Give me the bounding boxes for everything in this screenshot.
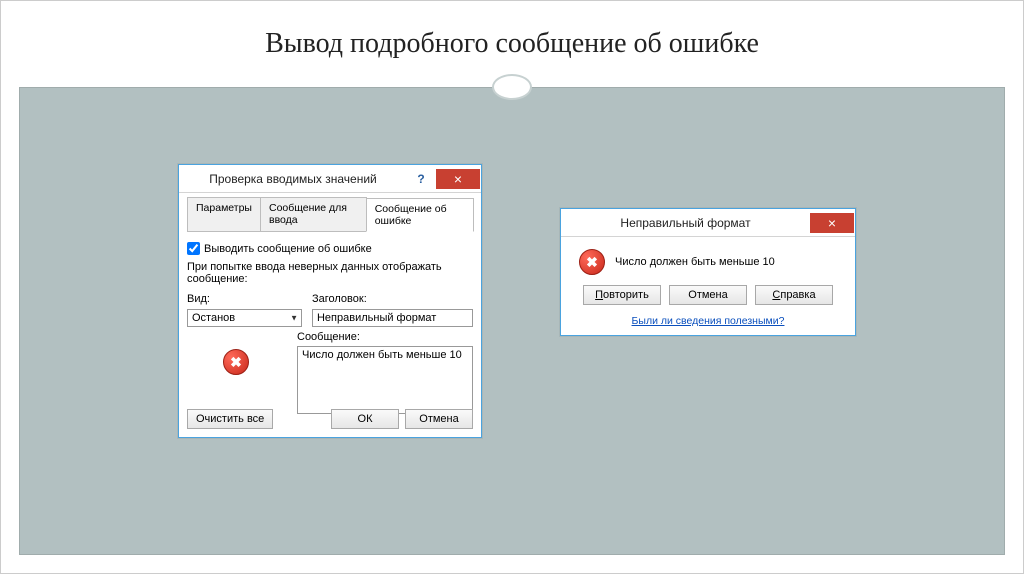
help-label-rest: правка [780,289,815,301]
header-label: Заголовок: [312,293,473,305]
tab-error-alert[interactable]: Сообщение об ошибке [366,198,474,232]
error-message-text: Число должен быть меньше 10 [615,256,775,268]
retry-label-rest: овторить [603,289,649,301]
clear-all-button[interactable]: Очистить все [187,409,273,429]
decor-ring [492,74,532,100]
dialog-body: Параметры Сообщение для ввода Сообщение … [179,193,481,425]
slide-body: Проверка вводимых значений ? × Параметры… [19,87,1005,555]
header-input[interactable] [312,309,473,327]
tab-strip: Параметры Сообщение для ввода Сообщение … [187,197,473,232]
show-error-checkbox[interactable] [187,242,200,255]
dialog-titlebar: Проверка вводимых значений ? × [179,165,481,193]
help-button[interactable]: ? [407,169,435,189]
tab-parameters[interactable]: Параметры [187,197,261,231]
feedback-link[interactable]: Были ли сведения полезными? [632,315,785,327]
data-validation-dialog: Проверка вводимых значений ? × Параметры… [178,164,482,438]
slide: Вывод подробного сообщение об ошибке Про… [0,0,1024,574]
dialog-titlebar: Неправильный формат × [561,209,855,237]
message-label: Сообщение: [297,331,473,343]
dialog-body: Число должен быть меньше 10 Повторить От… [561,237,855,335]
message-textarea[interactable]: Число должен быть меньше 10 [297,346,473,414]
tab-input-message[interactable]: Сообщение для ввода [260,197,367,231]
type-select[interactable] [187,309,302,327]
dialog-title: Проверка вводимых значений [179,172,407,186]
instruction-text: При попытке ввода неверных данных отобра… [187,261,473,285]
cancel-button[interactable]: Отмена [405,409,473,429]
error-icon [579,249,605,275]
retry-button[interactable]: Повторить [583,285,661,305]
error-icon [223,349,249,375]
dialog-title: Неправильный формат [561,216,810,230]
close-button[interactable]: × [810,213,854,233]
type-label: Вид: [187,293,302,305]
form-grid: Вид: Заголовок: ▼ [187,293,473,327]
ok-button[interactable]: ОК [331,409,399,429]
error-message-dialog: Неправильный формат × Число должен быть … [560,208,856,336]
show-error-label: Выводить сообщение об ошибке [204,243,372,255]
close-button[interactable]: × [436,169,480,189]
help-button[interactable]: Справка [755,285,833,305]
cancel-button[interactable]: Отмена [669,285,747,305]
